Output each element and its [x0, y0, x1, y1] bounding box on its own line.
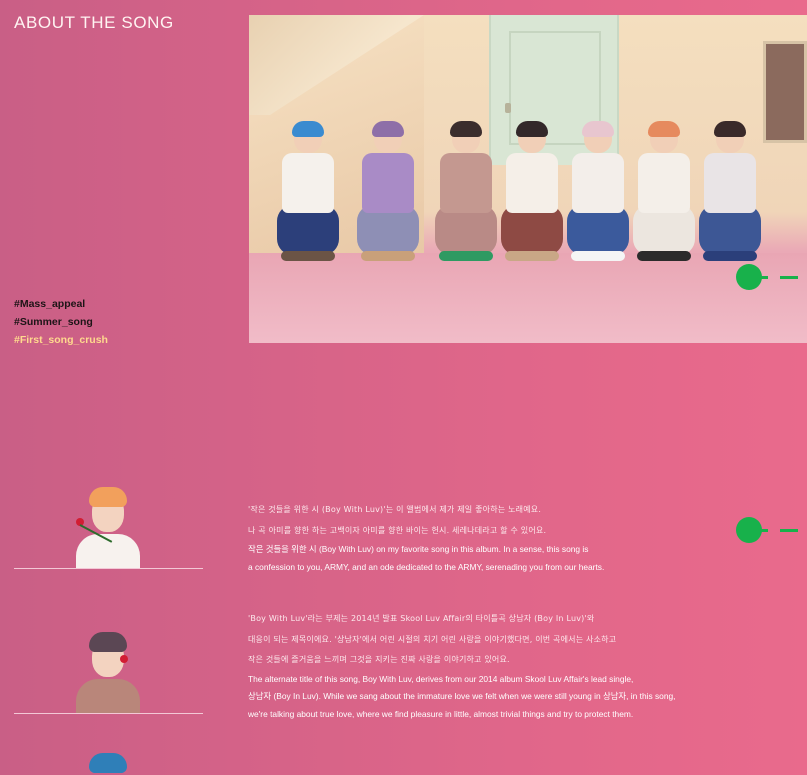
member-portrait-row-partial — [14, 745, 203, 775]
quote-english-line: we're talking about true love, where we … — [248, 708, 634, 719]
member-portrait-row-jin — [14, 630, 203, 714]
member-portrait-row-v — [14, 485, 203, 569]
hashtag-summer-song[interactable]: #Summer_song — [14, 313, 108, 331]
section-title: ABOUT THE SONG — [14, 13, 174, 32]
quote-korean-line: 'Boy With Luv'라는 부제는 2014년 발표 Skool Luv … — [248, 614, 595, 623]
wall-frame — [763, 41, 807, 143]
quote-english-line: The alternate title of this song, Boy Wi… — [248, 673, 634, 684]
quote-english-line: a confession to you, ARMY, and an ode de… — [248, 561, 605, 572]
quote-english-line: 작은 것들을 위한 시 (Boy With Luv) on my favorit… — [248, 544, 589, 554]
rose-icon — [120, 655, 128, 663]
quote-korean-line: '작은 것들을 위한 시 (Boy With Luv)'는 이 앨범에서 제가 … — [248, 505, 542, 514]
quote-english-line: 상남자 (Boy In Luv). While we sang about th… — [248, 691, 676, 701]
marker-icon[interactable] — [736, 264, 798, 292]
left-column: ABOUT THE SONG #Mass_appeal #Summer_song… — [0, 0, 225, 773]
member-portrait-image — [70, 484, 146, 568]
hashtag-mass-appeal[interactable]: #Mass_appeal — [14, 295, 108, 313]
quote-korean-line: 대응이 되는 제목이에요. '상남자'에서 어린 시절의 치기 어린 사랑을 이… — [248, 634, 617, 644]
hashtag-first-song-crush[interactable]: #First_song_crush — [14, 331, 108, 349]
marker-icon[interactable] — [736, 517, 798, 545]
quote-block-1: '작은 것들을 위한 시 (Boy With Luv)'는 이 앨범에서 제가 … — [248, 500, 768, 576]
quote-block-2: 'Boy With Luv'라는 부제는 2014년 발표 Skool Luv … — [248, 609, 768, 723]
member-portrait-image — [70, 745, 146, 775]
group-photo — [249, 15, 807, 343]
quote-korean-line: 작은 것들에 즐거움을 느끼며 그것을 지키는 진짜 사랑을 이야기하고 있어요… — [248, 655, 510, 664]
hashtag-list: #Mass_appeal #Summer_song #First_song_cr… — [14, 295, 108, 349]
quote-korean-line: 나 곡 아미를 향한 하는 고백이자 아미를 향한 바이는 헌시. 세레나데라고… — [248, 525, 547, 535]
member-portrait-image — [70, 629, 146, 713]
